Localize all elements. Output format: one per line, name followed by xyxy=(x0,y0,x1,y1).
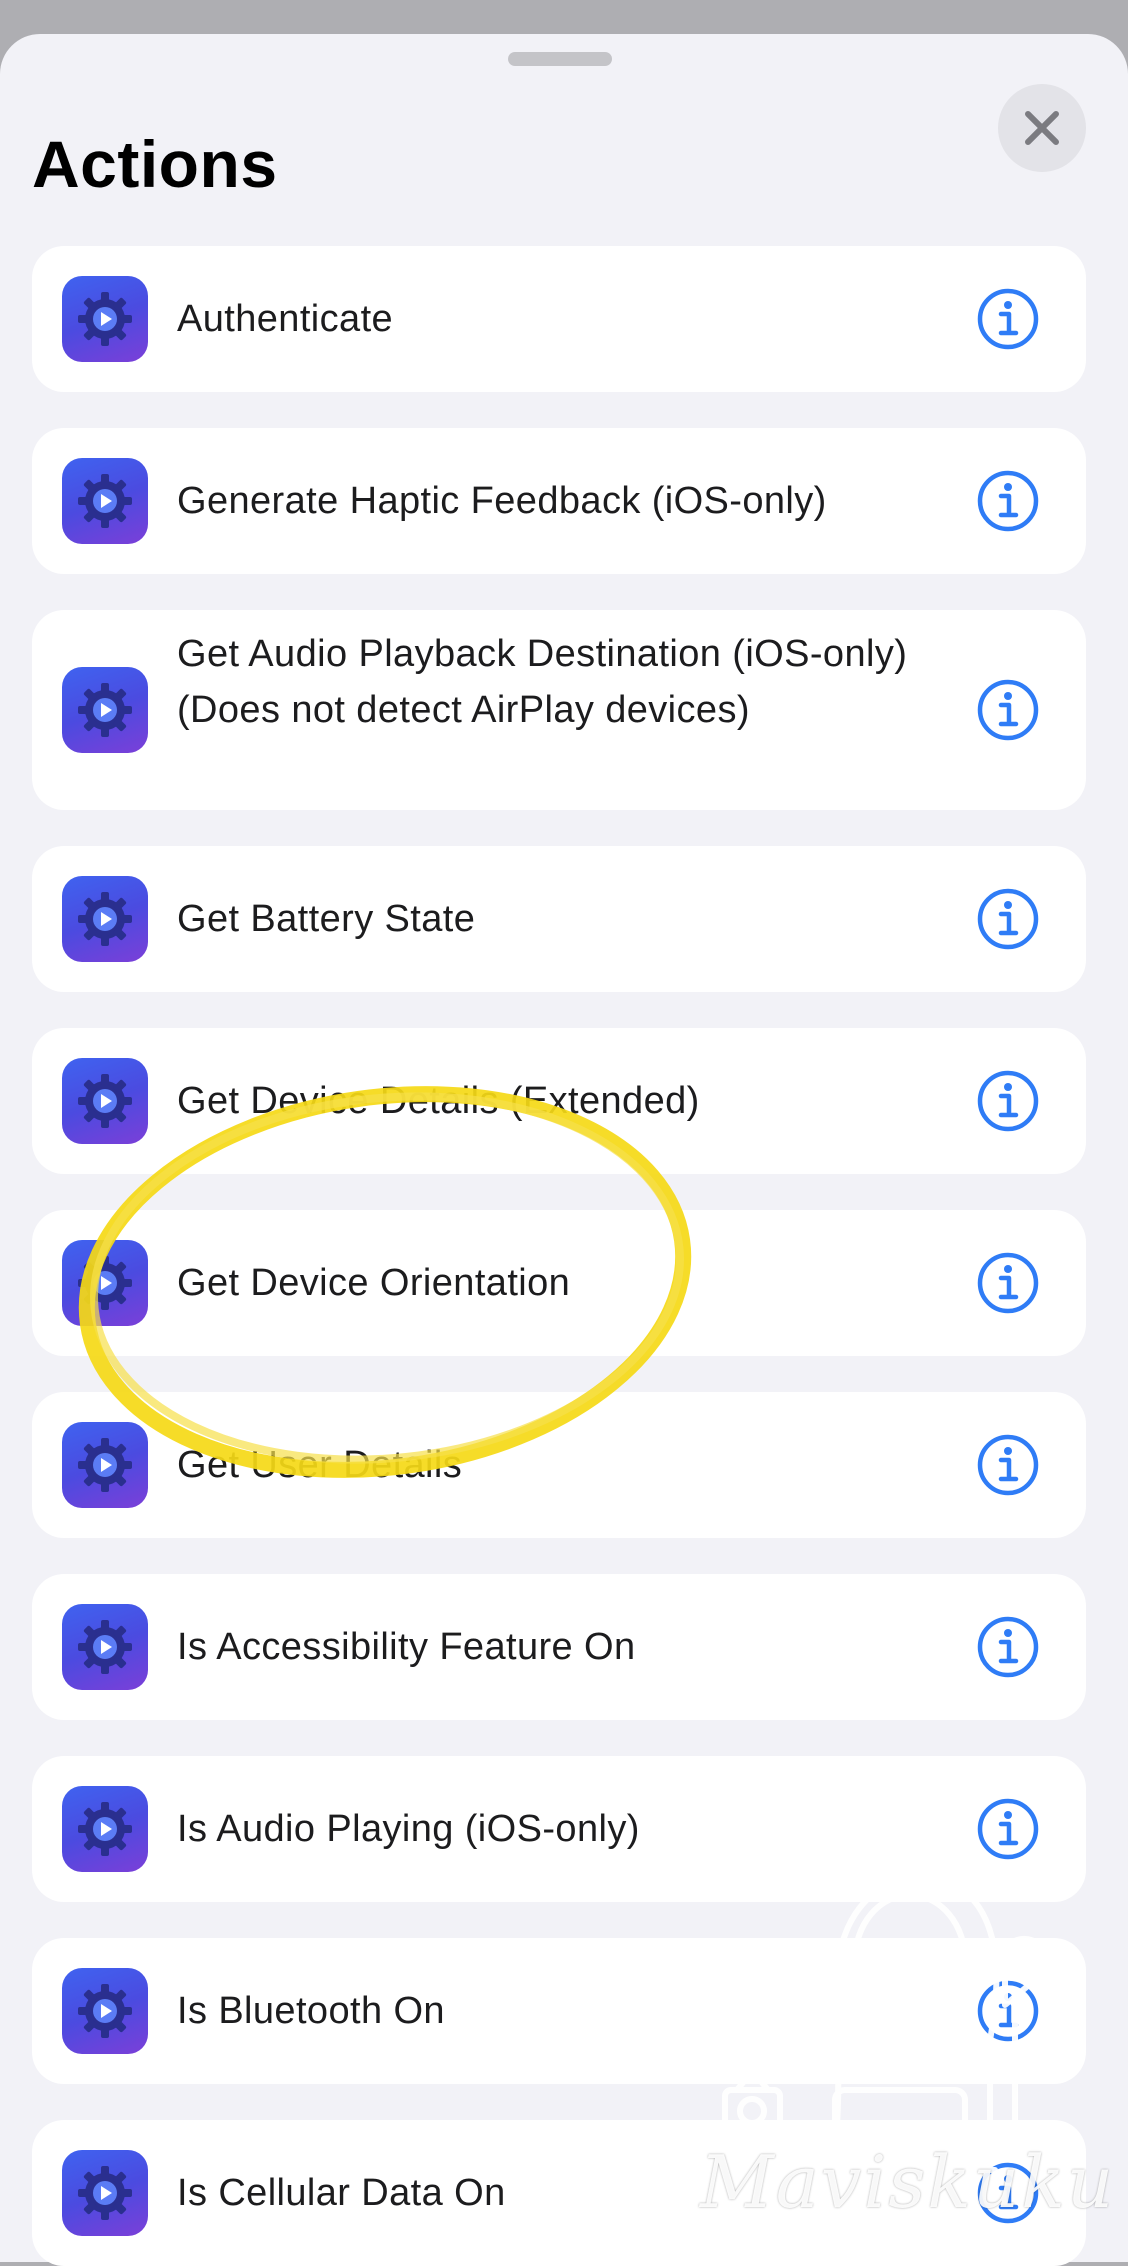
action-label: Get User Details xyxy=(177,1444,463,1486)
info-icon[interactable] xyxy=(976,1251,1040,1315)
action-row-generate-haptic-feedback[interactable]: Generate Haptic Feedback (iOS-only) xyxy=(32,428,1086,574)
info-icon[interactable] xyxy=(976,469,1040,533)
gear-play-icon xyxy=(62,1058,148,1144)
sheet-title: Actions xyxy=(32,127,278,201)
action-row-is-bluetooth-on[interactable]: Is Bluetooth On xyxy=(32,1938,1086,2084)
action-label: Is Bluetooth On xyxy=(177,1990,445,2032)
action-label: Authenticate xyxy=(177,298,394,340)
action-row-is-audio-playing[interactable]: Is Audio Playing (iOS-only) xyxy=(32,1756,1086,1902)
gear-play-icon xyxy=(62,1422,148,1508)
action-row-get-battery-state[interactable]: Get Battery State xyxy=(32,846,1086,992)
gear-play-icon xyxy=(62,1786,148,1872)
gear-play-icon xyxy=(62,1240,148,1326)
action-row-is-accessibility-feature-on[interactable]: Is Accessibility Feature On xyxy=(32,1574,1086,1720)
gear-play-icon xyxy=(62,276,148,362)
action-row-get-audio-playback-destination[interactable]: Get Audio Playback Destination (iOS-only… xyxy=(32,610,1086,810)
action-label: Is Audio Playing (iOS-only) xyxy=(177,1808,640,1850)
xmark-icon xyxy=(1025,111,1059,145)
gear-play-icon xyxy=(62,2150,148,2236)
action-row-get-device-details-extended[interactable]: Get Device Details (Extended) xyxy=(32,1028,1086,1174)
action-row-get-device-orientation[interactable]: Get Device Orientation xyxy=(32,1210,1086,1356)
info-icon[interactable] xyxy=(976,887,1040,951)
gear-play-icon xyxy=(62,1968,148,2054)
info-icon[interactable] xyxy=(976,287,1040,351)
gear-play-icon xyxy=(62,876,148,962)
action-label: Get Battery State xyxy=(177,898,476,940)
info-icon[interactable] xyxy=(976,678,1040,742)
action-label: Get Audio Playback Destination (iOS-only… xyxy=(177,633,908,731)
action-label: Is Accessibility Feature On xyxy=(177,1626,636,1668)
close-button[interactable] xyxy=(998,84,1086,172)
info-icon[interactable] xyxy=(976,1615,1040,1679)
watermark-text: Maviskuku xyxy=(700,2140,1116,2224)
action-row-get-user-details[interactable]: Get User Details xyxy=(32,1392,1086,1538)
info-icon[interactable] xyxy=(976,1069,1040,1133)
gear-play-icon xyxy=(62,458,148,544)
gear-play-icon xyxy=(62,667,148,753)
action-label: Generate Haptic Feedback (iOS-only) xyxy=(177,480,827,522)
action-label: Get Device Orientation xyxy=(177,1262,571,1304)
action-label: Get Device Details (Extended) xyxy=(177,1080,700,1122)
gear-play-icon xyxy=(62,1604,148,1690)
info-icon[interactable] xyxy=(976,1979,1040,2043)
info-icon[interactable] xyxy=(976,1797,1040,1861)
sheet-grabber[interactable] xyxy=(508,52,612,66)
info-icon[interactable] xyxy=(976,1433,1040,1497)
action-row-authenticate[interactable]: Authenticate xyxy=(32,246,1086,392)
